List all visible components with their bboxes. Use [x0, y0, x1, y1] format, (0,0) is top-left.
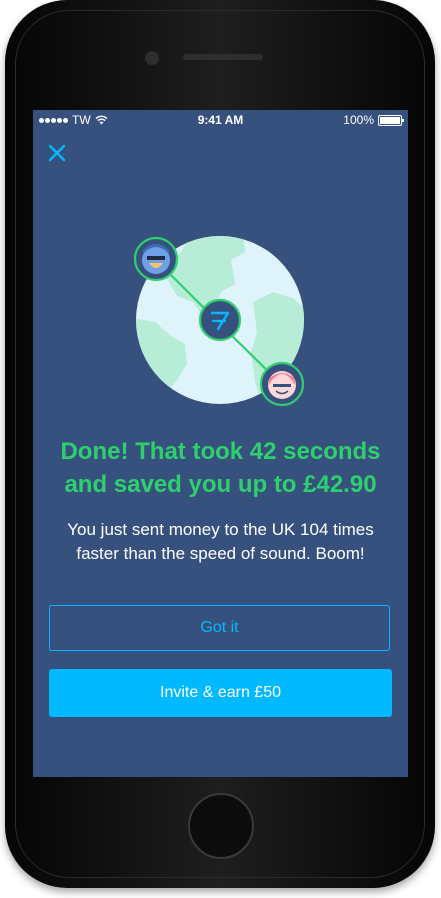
message-line: You just sent money to the UK 104 times [67, 520, 374, 539]
invite-earn-button[interactable]: Invite & earn £50 [49, 669, 392, 717]
status-bar: TW 9:41 AM 100% [33, 110, 408, 130]
front-camera [145, 51, 159, 65]
home-button[interactable] [188, 793, 254, 859]
sender-avatar-icon [133, 236, 179, 282]
message-line: faster than the speed of sound. Boom! [76, 544, 365, 563]
close-icon [48, 144, 66, 162]
battery-icon [378, 114, 404, 126]
battery-fill [380, 116, 400, 124]
recipient-avatar-icon [259, 361, 305, 407]
success-message: You just sent money to the UK 104 times … [43, 518, 398, 566]
success-headline: Done! That took 42 seconds and saved you… [33, 435, 408, 501]
headline-line: Done! That took 42 seconds [60, 438, 381, 465]
earpiece-speaker [183, 54, 263, 60]
headline-line: and saved you up to £42.90 [64, 471, 377, 498]
close-button[interactable] [44, 140, 70, 166]
status-right: 100% [343, 113, 404, 127]
globe-illustration [133, 236, 305, 407]
transferwise-logo-icon [198, 298, 242, 342]
battery-percent: 100% [343, 113, 374, 127]
got-it-button[interactable]: Got it [49, 605, 390, 651]
app-screen: TW 9:41 AM 100% Done! That took 42 secon… [33, 110, 408, 777]
